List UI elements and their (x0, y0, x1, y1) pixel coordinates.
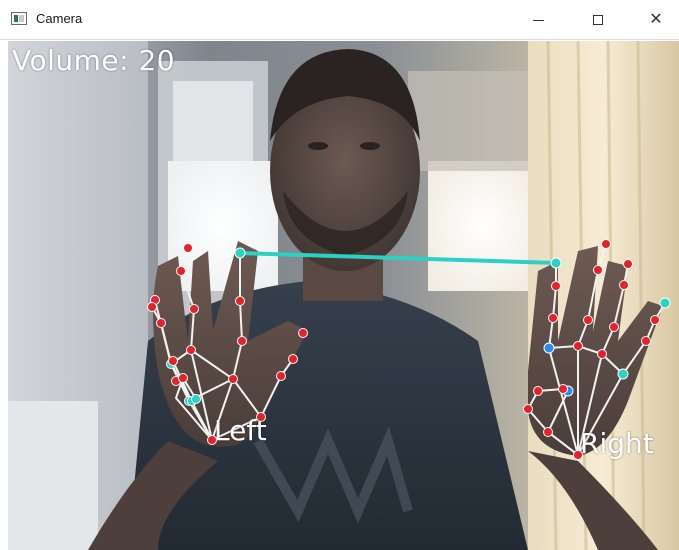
landmark-point (235, 296, 245, 306)
landmark-point (601, 239, 611, 249)
maximize-icon (593, 15, 603, 25)
maximize-button[interactable] (575, 0, 621, 40)
landmark-point (583, 315, 593, 325)
landmark-point (288, 354, 298, 364)
close-button[interactable]: ✕ (633, 0, 679, 40)
landmark-point (183, 243, 193, 253)
landmark-point (186, 345, 196, 355)
landmark-point (523, 404, 533, 414)
camera-feed: Volume: 20 Left Right (8, 41, 679, 550)
landmark-point (558, 384, 568, 394)
landmark-point (228, 374, 238, 384)
landmark-point (543, 427, 553, 437)
landmark-point (168, 356, 178, 366)
window-title: Camera (36, 11, 83, 26)
landmark-point (191, 394, 201, 404)
volume-readout: Volume: 20 (12, 44, 176, 77)
landmark-point (548, 313, 558, 323)
landmark-point (641, 336, 651, 346)
landmark-point (176, 266, 186, 276)
landmark-point (276, 371, 286, 381)
landmark-point (533, 386, 543, 396)
landmark-point (650, 315, 660, 325)
landmark-point (234, 247, 246, 259)
landmark-point (597, 349, 607, 359)
minimize-button[interactable] (515, 0, 561, 40)
landmark-point (147, 302, 157, 312)
landmark-point (550, 257, 562, 269)
close-icon: ✕ (649, 11, 663, 28)
landmark-point (609, 322, 619, 332)
landmark-point (543, 342, 555, 354)
window-titlebar[interactable]: Camera ✕ (0, 0, 679, 40)
landmark-point (178, 373, 188, 383)
landmark-point (298, 328, 308, 338)
camera-frame (8, 41, 679, 550)
camera-window-icon (11, 12, 27, 25)
landmark-point (551, 281, 561, 291)
landmark-point (237, 336, 247, 346)
landmark-point (573, 341, 583, 351)
landmark-point (593, 265, 603, 275)
right-hand-label: Right (580, 427, 654, 460)
landmark-point (623, 259, 633, 269)
landmark-point (156, 318, 166, 328)
minimize-icon (532, 19, 544, 21)
landmark-point (617, 368, 629, 380)
landmark-point (619, 280, 629, 290)
left-hand-label: Left (214, 414, 267, 447)
landmark-point (189, 304, 199, 314)
landmark-point (659, 297, 671, 309)
